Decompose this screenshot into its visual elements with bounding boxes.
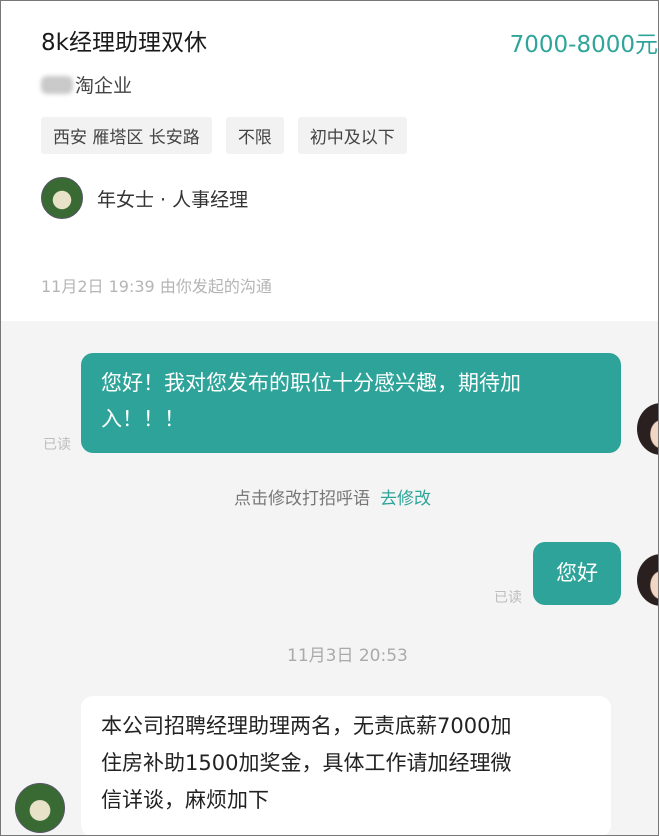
my-avatar[interactable] [637, 554, 658, 606]
company-name-text: 淘企业 [75, 75, 133, 97]
job-card[interactable]: 8k经理助理双休 7000-8000元 淘企业 西安 雁塔区 长安路 不限 初中… [1, 1, 658, 321]
tag-education: 初中及以下 [297, 117, 407, 154]
read-status: 已读 [43, 437, 71, 453]
message-text-line: 本公司招聘经理助理两名，无责底薪7000加 [101, 714, 512, 738]
message-text-line: 信详谈，麻烦加下 [101, 788, 269, 812]
edit-greeting-hint: 点击修改打招呼语 去修改 [234, 484, 431, 509]
edit-hint-text: 点击修改打招呼语 [234, 489, 370, 509]
my-avatar[interactable] [637, 403, 658, 455]
message-timestamp: 11月3日 20:53 [287, 646, 408, 666]
message-text-line: 住房补助1500加奖金，具体工作请加经理微 [101, 751, 512, 775]
tag-location: 西安 雁塔区 长安路 [41, 117, 212, 154]
company-name: 淘企业 [41, 71, 132, 98]
salary: 7000-8000元 [509, 32, 658, 58]
job-title: 8k经理助理双休 [41, 30, 207, 56]
message-bubble-outgoing[interactable]: 您好 [533, 542, 621, 605]
conversation-start-time: 11月2日 19:39 由你发起的沟通 [41, 277, 272, 296]
recruiter-avatar[interactable] [41, 177, 83, 219]
chat-screen: 8k经理助理双休 7000-8000元 淘企业 西安 雁塔区 长安路 不限 初中… [0, 0, 659, 836]
message-text-line: 您好！我对您发布的职位十分感兴趣，期待加 [101, 371, 521, 395]
message-bubble-incoming[interactable]: 本公司招聘经理助理两名，无责底薪7000加 住房补助1500加奖金，具体工作请加… [81, 696, 611, 835]
recruiter-name: 年女士 · 人事经理 [97, 188, 249, 211]
read-status: 已读 [494, 590, 522, 606]
edit-greeting-link[interactable]: 去修改 [380, 489, 431, 509]
recruiter-row[interactable]: 年女士 · 人事经理 [41, 177, 248, 219]
job-tags: 西安 雁塔区 长安路 不限 初中及以下 [41, 117, 407, 154]
blurred-text [41, 75, 73, 94]
tag-experience: 不限 [225, 117, 284, 154]
message-bubble-outgoing[interactable]: 您好！我对您发布的职位十分感兴趣，期待加 入！！！ [81, 353, 621, 453]
recruiter-avatar[interactable] [15, 783, 65, 833]
message-text-line: 入！！！ [101, 407, 185, 431]
